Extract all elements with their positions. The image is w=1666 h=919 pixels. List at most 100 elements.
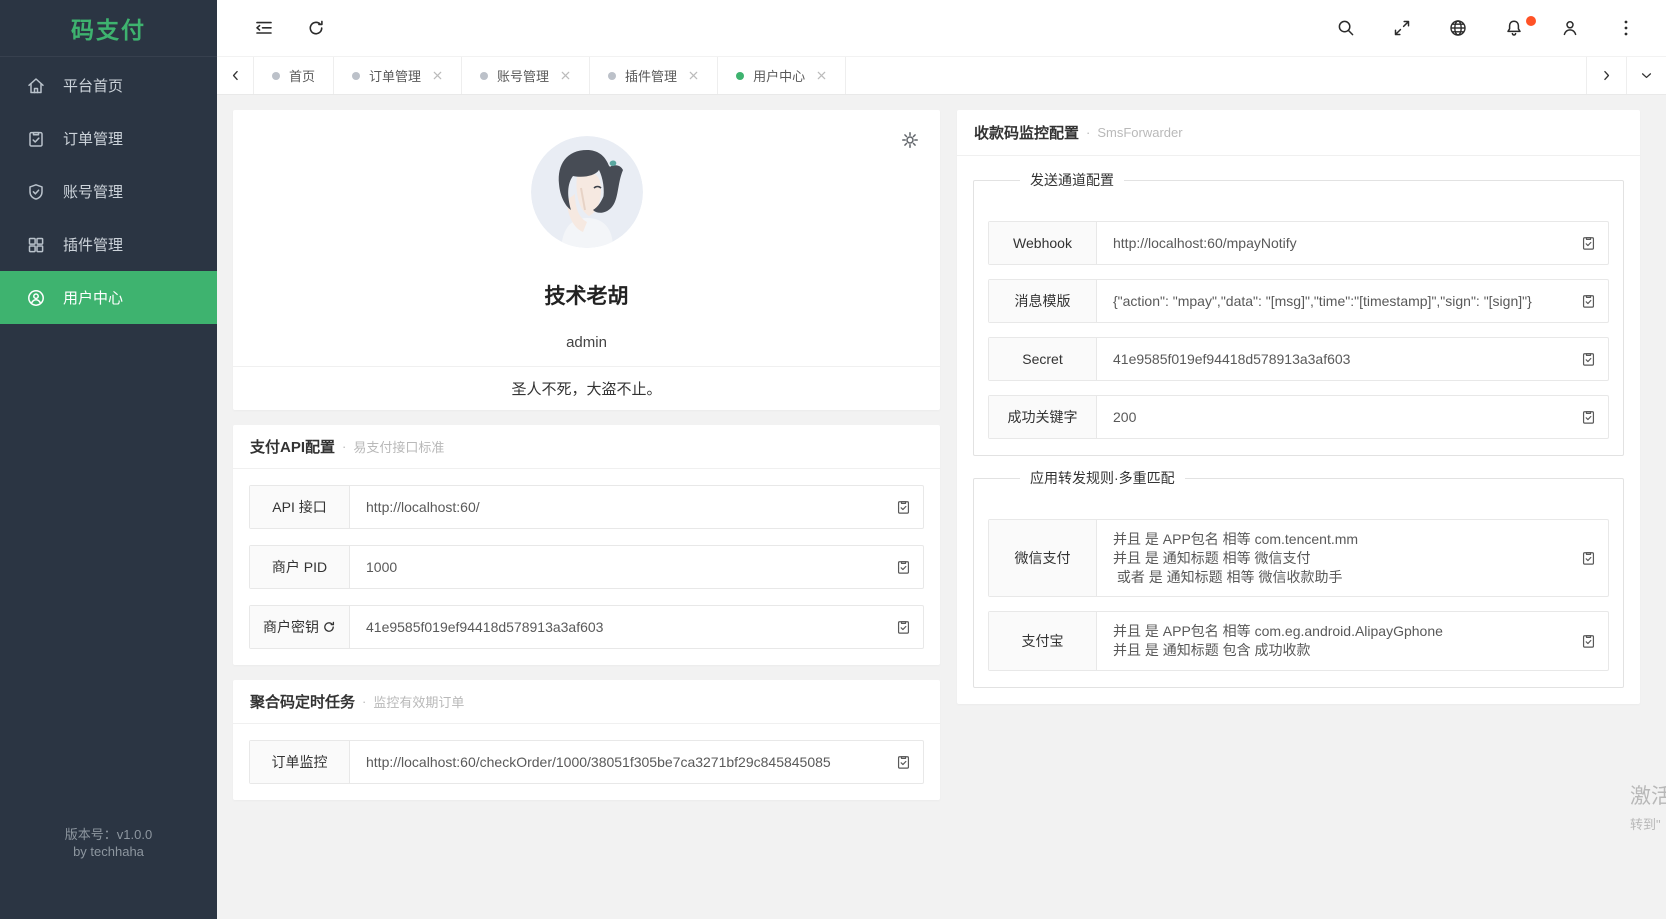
sidebar: 码支付 平台首页 订单管理 账号管理 (0, 0, 217, 919)
tabs-scroll-right-icon[interactable] (1586, 57, 1626, 94)
user-icon[interactable] (1560, 18, 1580, 38)
tab-label: 用户中心 (753, 66, 805, 85)
payment-api-card: 支付API配置 · 易支付接口标准 API 接口 http://localhos… (233, 425, 940, 665)
version-author: by techhaha (0, 844, 217, 861)
copy-icon[interactable] (1580, 633, 1597, 650)
copy-icon[interactable] (1580, 550, 1597, 567)
topbar (217, 0, 1666, 57)
tab-dot (272, 72, 280, 80)
field-value[interactable]: 并且 是 APP包名 相等 com.tencent.mm 并且 是 通知标题 相… (1097, 520, 1608, 596)
sidebar-item-plugins[interactable]: 插件管理 (0, 218, 217, 271)
success-keyword-row: 成功关键字 200 (988, 395, 1609, 439)
field-value[interactable]: 41e9585f019ef94418d578913a3af603 (350, 606, 923, 648)
more-vertical-icon[interactable] (1616, 18, 1636, 38)
tab-accounts[interactable]: 账号管理 (462, 57, 590, 94)
close-icon[interactable] (688, 70, 699, 81)
left-column: 技术老胡 admin 圣人不死，大盗不止。 支付API配置 · 易支付接口标准 (233, 110, 940, 919)
close-icon[interactable] (816, 70, 827, 81)
tabbar: 首页 订单管理 账号管理 插件管理 (217, 57, 1666, 95)
dot-separator: · (362, 694, 366, 709)
tab-orders[interactable]: 订单管理 (334, 57, 462, 94)
card-subtitle: 易支付接口标准 (353, 437, 444, 456)
gear-icon[interactable] (900, 130, 920, 150)
version-info: 版本号：v1.0.0 by techhaha (0, 827, 217, 861)
main-area: 首页 订单管理 账号管理 插件管理 (217, 0, 1666, 919)
alipay-rule-row: 支付宝 并且 是 APP包名 相等 com.eg.android.AlipayG… (988, 611, 1609, 671)
tab-plugins[interactable]: 插件管理 (590, 57, 718, 94)
tab-label: 插件管理 (625, 66, 677, 85)
globe-icon[interactable] (1448, 18, 1468, 38)
sidebar-item-accounts[interactable]: 账号管理 (0, 165, 217, 218)
profile-name: 技术老胡 (545, 280, 629, 310)
card-title: 聚合码定时任务 (250, 691, 355, 712)
clipboard-check-icon (26, 129, 46, 149)
field-value[interactable]: 并且 是 APP包名 相等 com.eg.android.AlipayGphon… (1097, 612, 1608, 670)
copy-icon[interactable] (1580, 351, 1597, 368)
tabs-menu-chevron-down-icon[interactable] (1626, 57, 1666, 94)
copy-icon[interactable] (1580, 293, 1597, 310)
sidebar-item-label: 插件管理 (63, 234, 123, 255)
field-value[interactable]: 200 (1097, 396, 1608, 438)
search-icon[interactable] (1336, 18, 1356, 38)
field-value[interactable]: http://localhost:60/mpayNotify (1097, 222, 1608, 264)
bell-icon[interactable] (1504, 18, 1524, 38)
profile-card: 技术老胡 admin 圣人不死，大盗不止。 (233, 110, 940, 410)
field-value[interactable]: {"action": "mpay","data": "[msg]","time"… (1097, 280, 1608, 322)
forward-rules-fieldset: 应用转发规则·多重匹配 微信支付 并且 是 APP包名 相等 com.tence… (973, 478, 1624, 688)
field-value[interactable]: 41e9585f019ef94418d578913a3af603 (1097, 338, 1608, 380)
webhook-row: Webhook http://localhost:60/mpayNotify (988, 221, 1609, 265)
grid-icon (26, 235, 46, 255)
close-icon[interactable] (432, 70, 443, 81)
copy-icon[interactable] (1580, 235, 1597, 252)
user-circle-icon (26, 288, 46, 308)
sidebar-menu: 平台首页 订单管理 账号管理 插件管理 (0, 57, 217, 324)
sidebar-item-user-center[interactable]: 用户中心 (0, 271, 217, 324)
api-endpoint-row: API 接口 http://localhost:60/ (249, 485, 924, 529)
tab-user-center[interactable]: 用户中心 (718, 57, 846, 94)
sidebar-item-label: 订单管理 (63, 128, 123, 149)
shield-check-icon (26, 182, 46, 202)
sidebar-item-orders[interactable]: 订单管理 (0, 112, 217, 165)
dot-separator: · (1086, 125, 1090, 140)
copy-icon[interactable] (895, 754, 912, 771)
tab-dot (352, 72, 360, 80)
tab-list: 首页 订单管理 账号管理 插件管理 (254, 57, 1586, 94)
card-subtitle: SmsForwarder (1097, 125, 1182, 140)
field-label: 商户密钥 (250, 606, 350, 648)
page-content: 技术老胡 admin 圣人不死，大盗不止。 支付API配置 · 易支付接口标准 (217, 95, 1666, 919)
aggregate-task-card: 聚合码定时任务 · 监控有效期订单 订单监控 http://localhost:… (233, 680, 940, 800)
fullscreen-icon[interactable] (1392, 18, 1412, 38)
app-logo: 码支付 (0, 0, 217, 57)
dot-separator: · (342, 439, 346, 454)
copy-icon[interactable] (895, 619, 912, 636)
card-title: 收款码监控配置 (974, 122, 1079, 143)
field-label: 商户 PID (250, 546, 350, 588)
notification-dot (1526, 16, 1536, 26)
field-label: 订单监控 (250, 741, 350, 783)
copy-icon[interactable] (1580, 409, 1597, 426)
field-label: 消息模版 (989, 280, 1097, 322)
field-value[interactable]: 1000 (350, 546, 923, 588)
home-icon (26, 76, 46, 96)
sidebar-item-platform-home[interactable]: 平台首页 (0, 59, 217, 112)
copy-icon[interactable] (895, 499, 912, 516)
avatar (531, 136, 643, 248)
monitor-config-card: 收款码监控配置 · SmsForwarder 发送通道配置 Webhook ht… (957, 110, 1640, 704)
merchant-key-row: 商户密钥 41e9585f019ef94418d578913a3af603 (249, 605, 924, 649)
secret-row: Secret 41e9585f019ef94418d578913a3af603 (988, 337, 1609, 381)
field-value[interactable]: http://localhost:60/ (350, 486, 923, 528)
tab-label: 首页 (289, 66, 315, 85)
message-template-row: 消息模版 {"action": "mpay","data": "[msg]","… (988, 279, 1609, 323)
field-value[interactable]: http://localhost:60/checkOrder/1000/3805… (350, 741, 923, 783)
refresh-icon[interactable] (306, 18, 326, 38)
app-window: 码支付 平台首页 订单管理 账号管理 (0, 0, 1666, 919)
field-label: 支付宝 (989, 612, 1097, 670)
tabs-scroll-left-icon[interactable] (217, 57, 254, 94)
menu-fold-icon[interactable] (254, 18, 274, 38)
regenerate-key-icon[interactable] (322, 620, 336, 634)
close-icon[interactable] (560, 70, 571, 81)
fieldset-legend: 应用转发规则·多重匹配 (1020, 468, 1185, 488)
tab-home[interactable]: 首页 (254, 57, 334, 94)
profile-username: admin (566, 334, 607, 351)
copy-icon[interactable] (895, 559, 912, 576)
